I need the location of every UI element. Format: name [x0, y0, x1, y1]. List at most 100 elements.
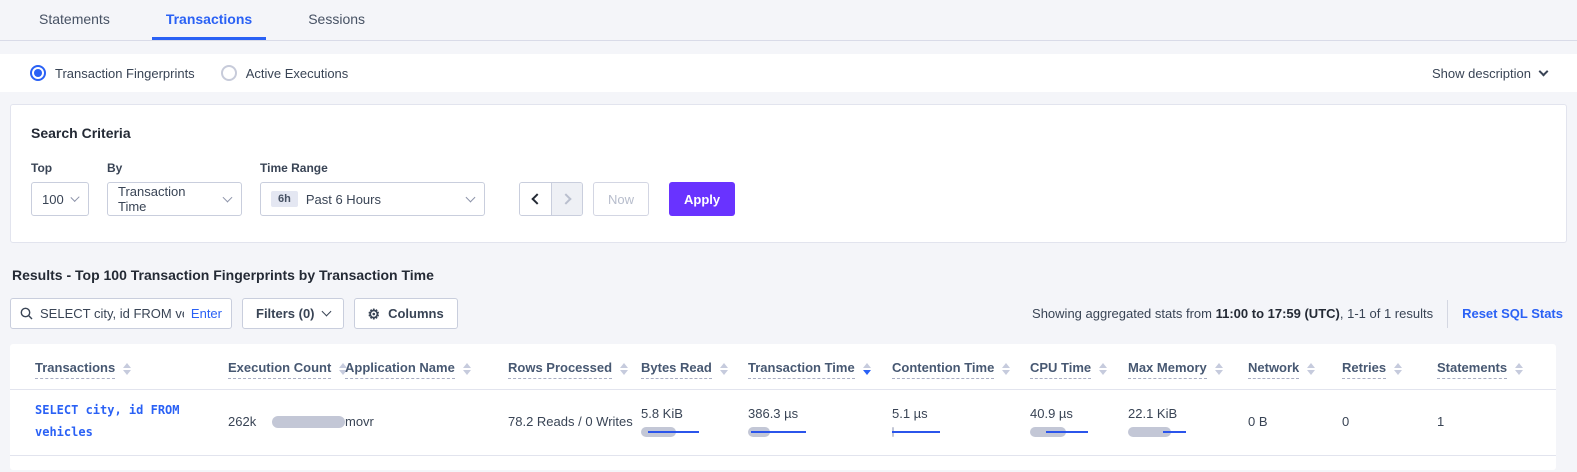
view-mode-options: Transaction Fingerprints Active Executio…: [30, 65, 348, 81]
by-select[interactable]: Transaction Time: [107, 182, 242, 216]
column-label: Statements: [1437, 360, 1507, 379]
column-label: Retries: [1342, 360, 1386, 379]
column-header-statements[interactable]: Statements: [1437, 360, 1556, 379]
stats-suffix: , 1-1 of 1 results: [1340, 306, 1433, 321]
contention-time-cell: 5.1 µs: [892, 406, 1030, 438]
table-row: SELECT city, id FROM vehicles 262k movr …: [10, 390, 1556, 456]
sort-icon: [1002, 363, 1010, 375]
column-label: Transactions: [35, 360, 115, 379]
radio-selected-icon: [30, 65, 46, 81]
top-field: Top 100: [31, 161, 89, 216]
divider: [1447, 300, 1448, 328]
chevron-down-icon: [466, 192, 476, 202]
column-header-network[interactable]: Network: [1248, 360, 1342, 379]
tab-statements[interactable]: Statements: [25, 0, 124, 40]
radio-active-executions[interactable]: Active Executions: [221, 65, 349, 81]
column-header-transactions[interactable]: Transactions: [35, 360, 228, 379]
aggregated-stats-note: Showing aggregated stats from 11:00 to 1…: [1032, 306, 1433, 321]
column-label: Application Name: [345, 360, 455, 379]
column-label: Max Memory: [1128, 360, 1207, 379]
page-tabs: Statements Transactions Sessions: [0, 0, 1577, 41]
by-select-value: Transaction Time: [118, 184, 216, 214]
reset-sql-stats-link[interactable]: Reset SQL Stats: [1462, 306, 1563, 321]
stats-range: 11:00 to 17:59 (UTC): [1216, 306, 1340, 321]
contention-time-bar: [892, 426, 950, 438]
search-input[interactable]: [40, 306, 184, 321]
sort-icon: [720, 363, 728, 375]
sort-icon: [1099, 363, 1107, 375]
sort-desc-icon: [863, 363, 871, 375]
sort-icon: [463, 363, 471, 375]
top-label: Top: [31, 161, 89, 175]
execution-count-value: 262k: [228, 414, 256, 429]
radio-transaction-fingerprints[interactable]: Transaction Fingerprints: [30, 65, 195, 81]
stats-prefix: Showing aggregated stats from: [1032, 306, 1216, 321]
top-select-value: 100: [42, 192, 64, 207]
gear-icon: ⚙: [368, 307, 381, 321]
column-header-application-name[interactable]: Application Name: [345, 360, 508, 379]
sort-icon: [1515, 363, 1523, 375]
column-header-max-memory[interactable]: Max Memory: [1128, 360, 1248, 379]
column-header-rows-processed[interactable]: Rows Processed: [508, 360, 641, 379]
search-box: Enter: [10, 298, 232, 329]
top-select[interactable]: 100: [31, 182, 89, 216]
apply-button[interactable]: Apply: [669, 182, 735, 216]
search-icon: [20, 307, 33, 320]
sort-icon: [1307, 363, 1315, 375]
time-range-select[interactable]: 6h Past 6 Hours: [260, 182, 485, 216]
transaction-time-cell: 386.3 µs: [748, 406, 892, 438]
column-label: Rows Processed: [508, 360, 612, 379]
tab-sessions[interactable]: Sessions: [294, 0, 379, 40]
column-header-contention-time[interactable]: Contention Time: [892, 360, 1030, 379]
filters-label: Filters (0): [256, 306, 315, 321]
search-enter-button[interactable]: Enter: [191, 306, 222, 321]
execution-count-bar: [272, 416, 345, 428]
statements-value: 1: [1437, 414, 1444, 429]
application-name-value: movr: [345, 414, 374, 429]
search-criteria-card: Search Criteria Top 100 By Transaction T…: [10, 104, 1567, 243]
network-value: 0 B: [1248, 414, 1268, 429]
time-window-stepper: [519, 182, 583, 216]
radio-unselected-icon: [221, 65, 237, 81]
previous-time-window-button[interactable]: [520, 183, 551, 215]
cpu-time-cell: 40.9 µs: [1030, 406, 1128, 438]
column-label: Execution Count: [228, 360, 331, 379]
transaction-time-value: 386.3 µs: [748, 406, 892, 421]
show-description-toggle[interactable]: Show description: [1432, 66, 1547, 81]
max-memory-bar: [1128, 426, 1186, 438]
sort-icon: [620, 363, 628, 375]
show-description-label: Show description: [1432, 66, 1531, 81]
bytes-read-value: 5.8 KiB: [641, 406, 748, 421]
chevron-down-icon: [321, 307, 331, 317]
columns-button[interactable]: ⚙ Columns: [354, 298, 458, 329]
column-label: Contention Time: [892, 360, 994, 379]
columns-label: Columns: [388, 306, 444, 321]
column-header-retries[interactable]: Retries: [1342, 360, 1437, 379]
time-range-badge: 6h: [271, 191, 298, 207]
chevron-down-icon: [70, 192, 79, 201]
transaction-fingerprint-link[interactable]: SELECT city, id FROM vehicles: [35, 400, 200, 443]
contention-time-value: 5.1 µs: [892, 406, 1030, 421]
tab-transactions[interactable]: Transactions: [152, 0, 266, 40]
column-header-transaction-time[interactable]: Transaction Time: [748, 360, 892, 379]
time-range-value: Past 6 Hours: [306, 192, 381, 207]
retries-value: 0: [1342, 414, 1349, 429]
now-button[interactable]: Now: [593, 182, 649, 216]
next-time-window-button[interactable]: [551, 183, 582, 215]
rows-processed-value: 78.2 Reads / 0 Writes: [508, 414, 633, 429]
chevron-right-icon: [560, 193, 571, 204]
bytes-read-cell: 5.8 KiB: [641, 406, 748, 438]
cpu-time-bar: [1030, 426, 1088, 438]
sort-icon: [1215, 363, 1223, 375]
results-controls: Enter Filters (0) ⚙ Columns Showing aggr…: [10, 298, 1567, 329]
filters-button[interactable]: Filters (0): [242, 298, 344, 329]
column-header-execution-count[interactable]: Execution Count: [228, 360, 345, 379]
transaction-time-bar: [748, 426, 806, 438]
max-memory-cell: 22.1 KiB: [1128, 406, 1248, 438]
column-label: CPU Time: [1030, 360, 1091, 379]
column-label: Bytes Read: [641, 360, 712, 379]
table-header-row: Transactions Execution Count Application…: [10, 354, 1556, 390]
column-header-cpu-time[interactable]: CPU Time: [1030, 360, 1128, 379]
bytes-read-bar: [641, 426, 699, 438]
column-header-bytes-read[interactable]: Bytes Read: [641, 360, 748, 379]
